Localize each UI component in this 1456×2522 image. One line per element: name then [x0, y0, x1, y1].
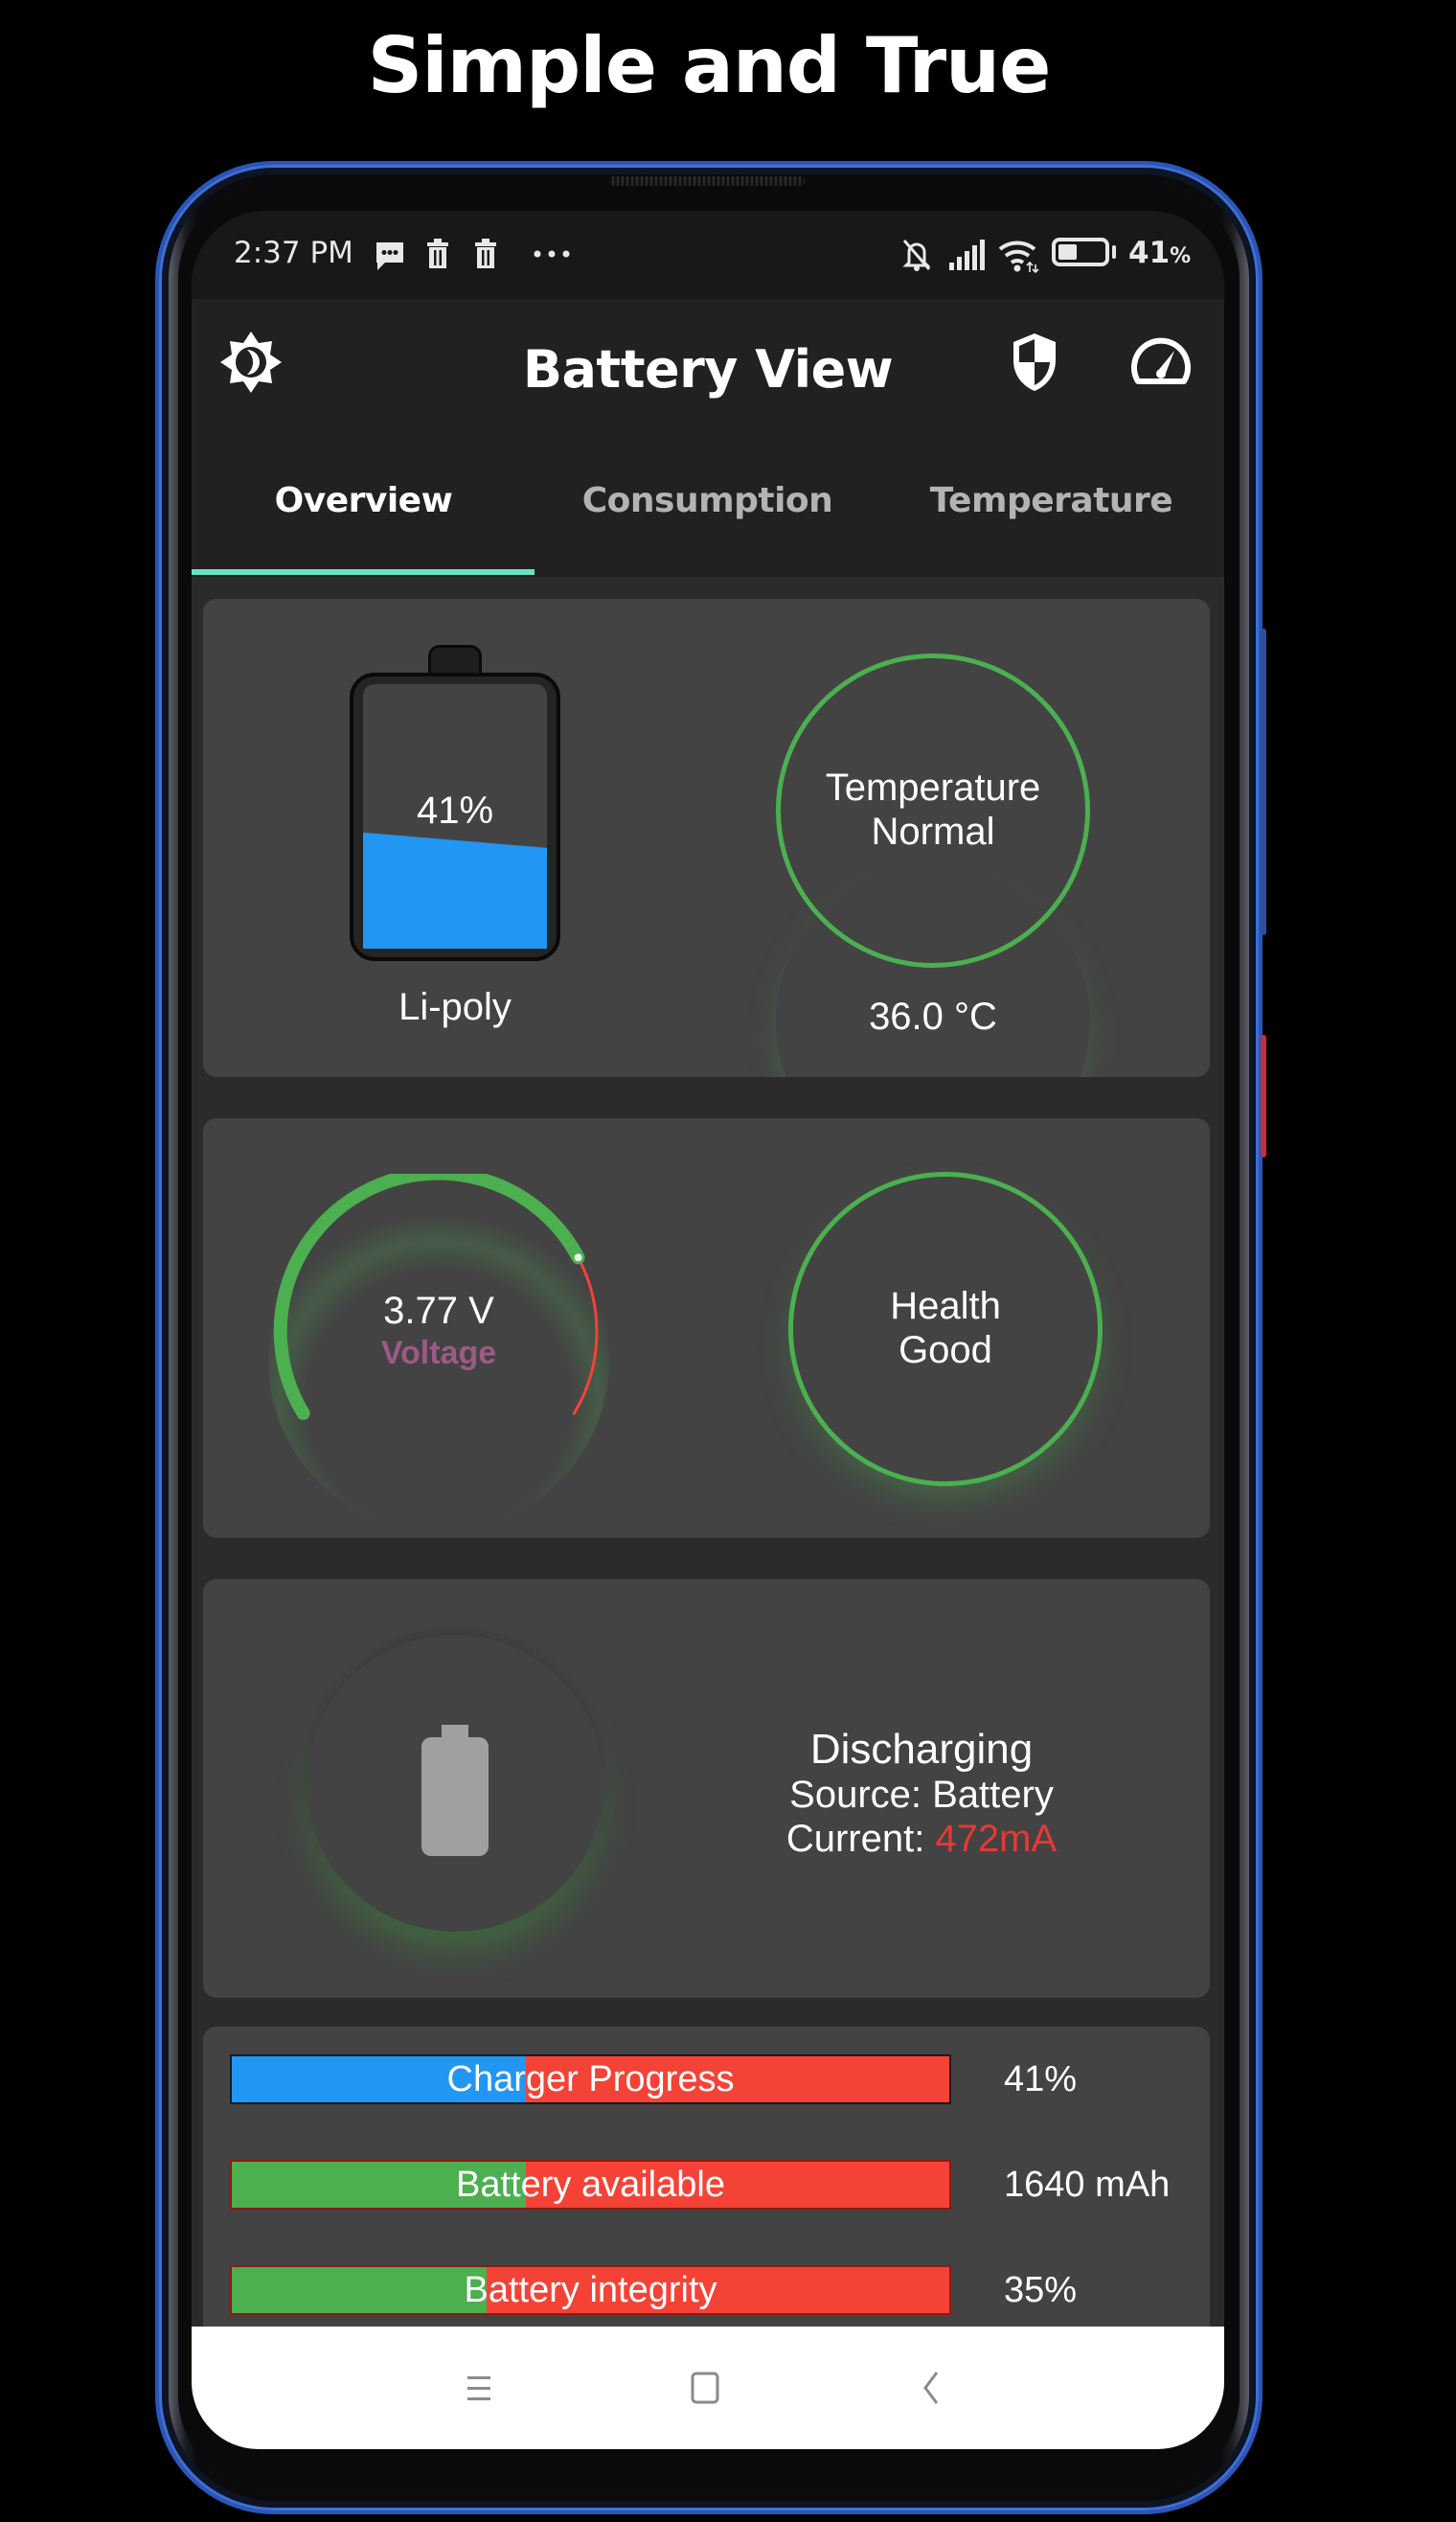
charging-state: Discharging — [809, 1726, 1034, 1773]
battery-icon-fill — [1058, 244, 1077, 260]
stats-bars-card: Charger Progress 41% Battery available 1… — [203, 2027, 1210, 2372]
tab-overview[interactable]: Overview — [192, 481, 535, 520]
promo-title: Simple and True — [367, 21, 1052, 110]
security-button[interactable] — [996, 324, 1073, 401]
bell-off-icon — [902, 240, 931, 271]
status-battery-suffix: % — [1170, 244, 1192, 268]
status-bar: 2:37 PM 41% — [192, 211, 1224, 299]
trash-icon — [475, 239, 496, 268]
charger-progress-bar: Charger Progress — [230, 2054, 951, 2104]
battery-available-label: Battery available — [456, 2165, 725, 2205]
home-button[interactable] — [676, 2359, 734, 2417]
speed-test-button[interactable] — [1123, 324, 1199, 401]
more-dots-icon — [534, 250, 570, 258]
current-line: Current: 472mA — [720, 1817, 1123, 1861]
phone-screen: 2:37 PM 41% Battery View Overview Consum… — [192, 211, 1224, 2449]
health-status-ring: Health Good — [788, 1172, 1103, 1486]
battery-icon-tip — [1112, 245, 1116, 259]
temperature-value: 36.0 °C — [869, 996, 997, 1038]
battery-integrity-bar: Battery integrity — [230, 2265, 951, 2315]
speedometer-icon — [1131, 337, 1191, 384]
battery-graphic: 41% — [350, 673, 560, 961]
battery-integrity-value: 35% — [1004, 2270, 1078, 2310]
tab-consumption[interactable]: Consumption — [535, 481, 879, 520]
status-battery-number: 41 — [1128, 236, 1171, 270]
battery-type: Li-poly — [398, 986, 512, 1028]
current-label: Current: — [785, 1818, 936, 1860]
charging-card: Discharging Source: Battery Current: 472… — [203, 1579, 1210, 1998]
recents-button[interactable] — [450, 2359, 508, 2417]
trash-icon — [427, 239, 448, 268]
temperature-status-line2: Normal — [871, 811, 995, 853]
health-line2: Good — [899, 1329, 992, 1371]
recents-icon — [467, 2376, 490, 2400]
tab-temperature[interactable]: Temperature — [879, 481, 1223, 520]
system-nav-bar — [192, 2327, 1224, 2449]
charging-battery-icon — [421, 1737, 489, 1856]
message-icon — [376, 242, 403, 270]
current-value: 472mA — [935, 1818, 1058, 1860]
health-line1: Health — [890, 1285, 1001, 1327]
overview-card: 41% Li-poly Temperature Normal 36.0 °C — [203, 599, 1210, 1077]
back-button[interactable] — [902, 2359, 960, 2417]
back-icon — [923, 2372, 939, 2404]
wifi-icon — [998, 241, 1039, 274]
signal-icon — [949, 240, 985, 270]
temperature-status-line1: Temperature — [825, 767, 1041, 809]
speaker-grill — [609, 176, 805, 186]
charger-progress-label: Charger Progress — [446, 2059, 735, 2099]
app-bar: Battery View — [192, 299, 1224, 445]
battery-integrity-label: Battery integrity — [464, 2270, 717, 2310]
voltage-health-card: 3.77 V Voltage Health Good — [203, 1118, 1210, 1538]
status-time: 2:37 PM — [234, 236, 353, 270]
power-source: Source: Battery — [789, 1774, 1054, 1816]
charger-progress-value: 41% — [1004, 2059, 1078, 2099]
tab-indicator — [192, 569, 535, 575]
battery-available-bar: Battery available — [230, 2160, 951, 2210]
battery-available-value: 1640 mAh — [1004, 2165, 1171, 2205]
home-icon — [691, 2372, 719, 2404]
tab-bar: Overview Consumption Temperature — [192, 445, 1224, 577]
volume-button — [1261, 629, 1266, 935]
voltage-label: Voltage — [380, 1335, 497, 1371]
voltage-value: 3.77 V — [383, 1290, 494, 1332]
charging-battery-cap — [442, 1725, 468, 1738]
battery-level-label: 41% — [416, 789, 494, 832]
battery-graphic-inner: 41% — [363, 684, 547, 949]
voltage-gauge-knob — [574, 1253, 582, 1262]
shield-icon — [1013, 333, 1056, 391]
status-battery-percent: 41% — [1128, 236, 1191, 270]
temperature-status-ring: Temperature Normal — [776, 653, 1090, 968]
power-button — [1261, 1035, 1266, 1158]
battery-icon — [1052, 238, 1109, 266]
